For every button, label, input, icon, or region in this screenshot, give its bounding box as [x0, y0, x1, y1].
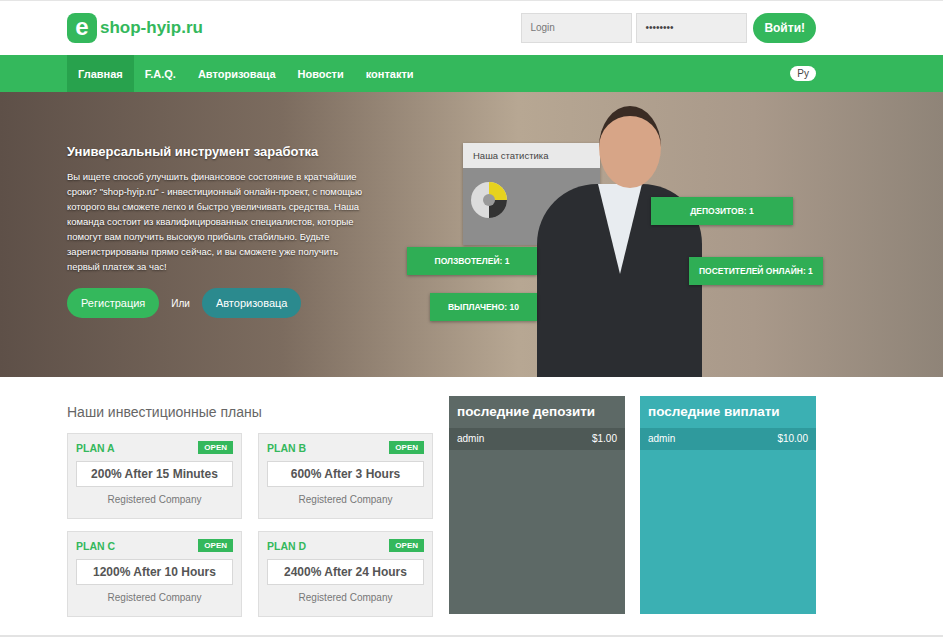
login-button[interactable]: Войти! [753, 13, 816, 43]
plan-note: Registered Company [267, 592, 424, 603]
person-photo [537, 106, 702, 377]
hero-description: Вы ищете способ улучшить финансовое сост… [67, 169, 372, 274]
or-label: Или [171, 298, 190, 309]
plans-grid: PLAN A OPEN 200% After 15 Minutes Registere… [67, 433, 434, 617]
plan-name: PLAN D [267, 540, 306, 552]
plan-offer: 200% After 15 Minutes [76, 461, 233, 487]
nav-item[interactable]: Новости [287, 55, 355, 92]
plan-card[interactable]: PLAN B OPEN 600% After 3 Hours Registered C… [258, 433, 433, 519]
payout-row: admin $10.00 [640, 428, 816, 450]
stat-badge: ПОСЕТИТЕЛЕЙ ОНЛАЙН: 1 [689, 257, 823, 285]
row-user: admin [648, 433, 675, 444]
plan-name: PLAN B [267, 442, 306, 454]
hero-actions: Регистрация Или Авторизоваца [67, 288, 372, 318]
page: eshop-hyip.ru Login••••••••Войти! ГлавнаяF… [0, 0, 943, 637]
plan-header: PLAN C OPEN [76, 539, 233, 552]
plan-header: PLAN A OPEN [76, 441, 233, 454]
person-head [599, 106, 661, 188]
row-amount: $10.00 [777, 433, 808, 444]
stat-badge: ВЫПЛАЧЕНО: 10 [430, 293, 537, 321]
login-field[interactable]: Login [521, 13, 632, 43]
header: eshop-hyip.ru Login••••••••Войти! [0, 0, 943, 55]
plan-note: Registered Company [267, 494, 424, 505]
plan-status: OPEN [389, 441, 424, 454]
plan-offer: 1200% After 10 Hours [76, 559, 233, 585]
stats-title: Наша статистика [463, 143, 600, 168]
register-button[interactable]: Регистрация [67, 288, 159, 318]
login-link-button[interactable]: Авторизоваца [202, 288, 302, 318]
payouts-panel: последние виплати admin $10.00 [640, 396, 816, 614]
plan-status: OPEN [198, 539, 233, 552]
panel-title: последние депозити [449, 396, 625, 428]
plan-name: PLAN C [76, 540, 115, 552]
row-amount: $1.00 [592, 433, 617, 444]
nav-item[interactable]: Авторизоваца [187, 55, 287, 92]
panel-title: последние виплати [640, 396, 816, 428]
deposits-panel: последние депозити admin $1.00 [449, 396, 625, 614]
stat-badge: ПОЛЗВОТЕЛЕЙ: 1 [407, 247, 537, 275]
login-form: Login••••••••Войти! [521, 13, 816, 43]
pie-chart-icon [469, 180, 509, 220]
plan-card[interactable]: PLAN D OPEN 2400% After 24 Hours Registered… [258, 531, 433, 617]
plan-offer: 600% After 3 Hours [267, 461, 424, 487]
plan-name: PLAN A [76, 442, 115, 454]
plan-header: PLAN B OPEN [267, 441, 424, 454]
logo-icon: e [67, 13, 97, 43]
password-field[interactable]: •••••••• [636, 13, 747, 43]
nav-item[interactable]: Главная [67, 55, 134, 92]
stat-badge: ДЕПОЗИТОВ: 1 [651, 197, 793, 225]
plans-title: Наши инвестиционные планы [67, 404, 434, 420]
plan-status: OPEN [198, 441, 233, 454]
nav-item[interactable]: контакти [355, 55, 425, 92]
plan-header: PLAN D OPEN [267, 539, 424, 552]
plan-card[interactable]: PLAN A OPEN 200% After 15 Minutes Registere… [67, 433, 242, 519]
plan-status: OPEN [389, 539, 424, 552]
content: Наши инвестиционные планы PLAN A OPEN 200% … [0, 377, 943, 637]
nav-item[interactable]: F.A.Q. [134, 55, 187, 92]
plan-card[interactable]: PLAN C OPEN 1200% After 10 Hours Registered… [67, 531, 242, 617]
nav-bar: ГлавнаяF.A.Q.АвторизовацаНовостиконтакти… [0, 55, 943, 92]
hero-title: Универсальный инструмент заработка [67, 144, 372, 159]
plan-offer: 2400% After 24 Hours [267, 559, 424, 585]
plans: Наши инвестиционные планы PLAN A OPEN 200% … [67, 396, 434, 635]
logo[interactable]: eshop-hyip.ru [67, 13, 203, 43]
language-switch[interactable]: Ру [790, 66, 816, 81]
row-user: admin [457, 433, 484, 444]
deposit-row: admin $1.00 [449, 428, 625, 450]
hero-text: Универсальный инструмент заработка Вы ище… [0, 92, 372, 318]
plan-note: Registered Company [76, 592, 233, 603]
hero: Универсальный инструмент заработка Вы ище… [0, 92, 943, 377]
logo-text: shop-hyip.ru [100, 18, 203, 38]
plan-note: Registered Company [76, 494, 233, 505]
